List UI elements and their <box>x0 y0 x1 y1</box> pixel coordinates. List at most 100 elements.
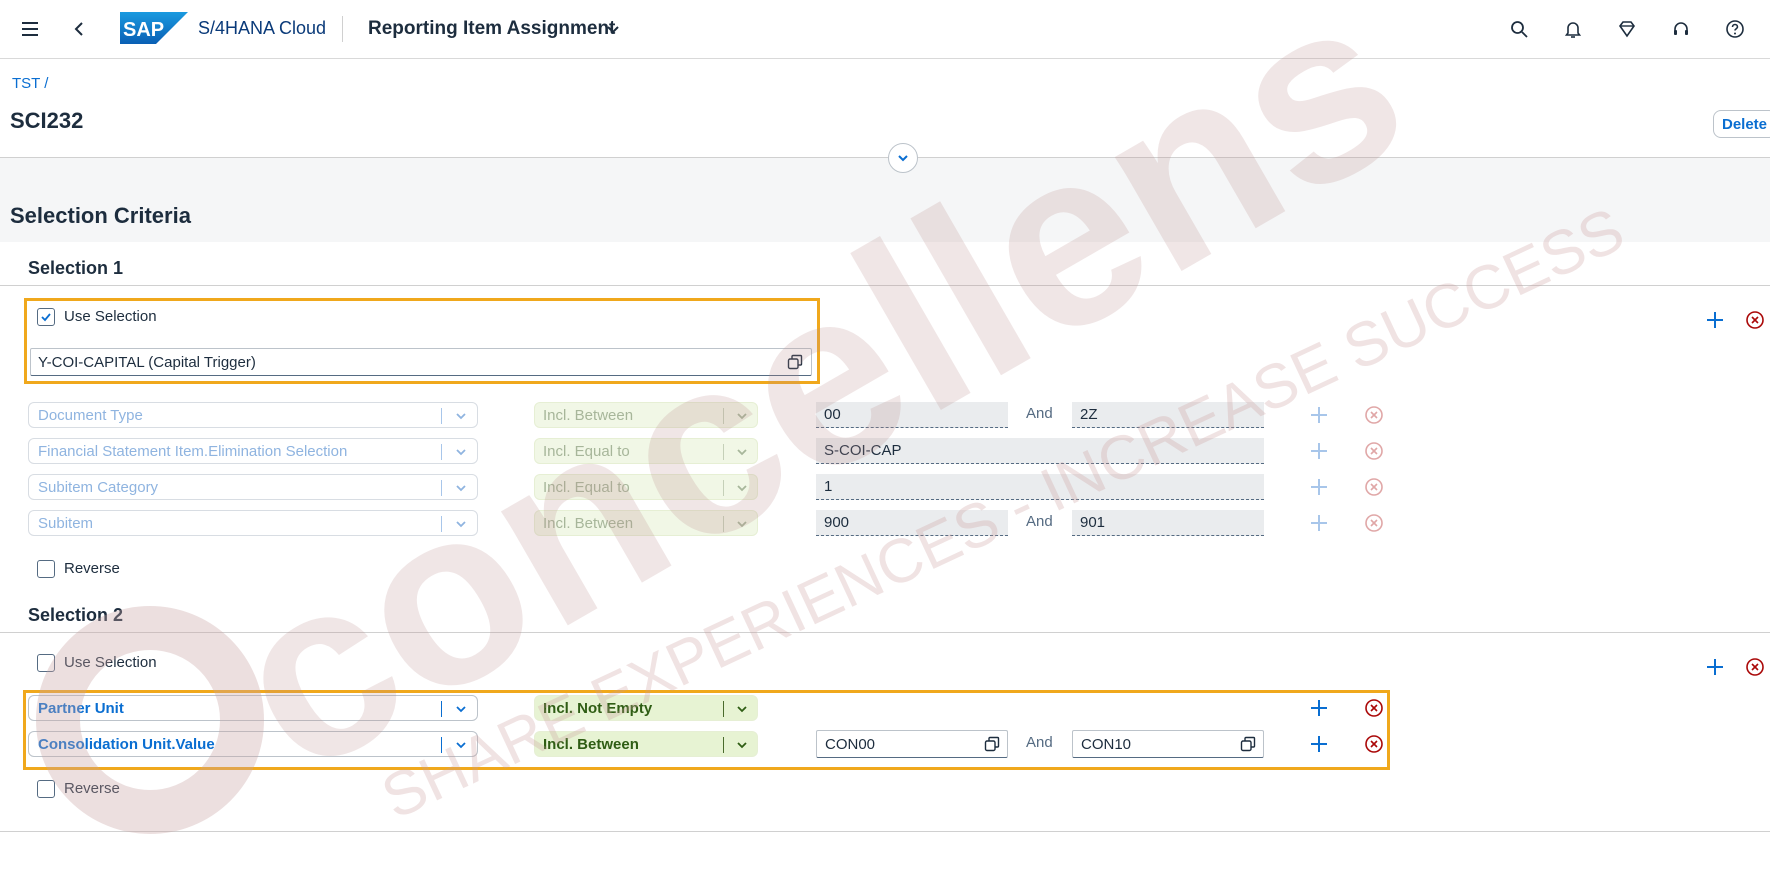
field-select[interactable]: Subitem Category <box>28 474 478 500</box>
add-icon[interactable] <box>1308 476 1330 498</box>
and-label: And <box>1026 405 1053 422</box>
use-selection-label: Use Selection <box>64 654 157 671</box>
operator-label: Incl. Equal to <box>543 442 630 460</box>
chevron-down-icon <box>898 155 908 162</box>
and-label: And <box>1026 513 1053 530</box>
checkmark-icon <box>41 313 51 322</box>
group-divider <box>0 632 1770 633</box>
high-value: CON10 <box>1081 735 1132 753</box>
field-label: Consolidation Unit.Value <box>38 735 215 753</box>
remove-icon[interactable] <box>1364 405 1384 425</box>
search-icon[interactable] <box>1503 13 1535 45</box>
operator-select[interactable]: Incl. Between <box>534 731 758 757</box>
chevron-down-icon <box>737 521 747 528</box>
chevron-down-icon <box>456 521 466 528</box>
high-value: 901 <box>1072 510 1264 536</box>
operator-select[interactable]: Incl. Not Empty <box>534 695 758 721</box>
reverse-checkbox[interactable] <box>37 780 55 798</box>
low-value: 1 <box>816 474 1264 500</box>
diamond-icon[interactable] <box>1611 13 1643 45</box>
chevron-down-icon <box>456 449 466 456</box>
chevron-down-icon <box>456 485 466 492</box>
chevron-down-icon <box>456 706 466 713</box>
add-icon[interactable] <box>1704 656 1726 678</box>
app-title[interactable]: Reporting Item Assignment <box>368 18 615 40</box>
field-label: Partner Unit <box>38 699 124 717</box>
help-icon[interactable] <box>1719 13 1751 45</box>
shell-bar: SAP S/4HANA Cloud Reporting Item Assignm… <box>0 0 1770 59</box>
menu-icon[interactable] <box>14 13 46 45</box>
trigger-input[interactable]: Y-COI-CAPITAL (Capital Trigger) <box>30 348 812 376</box>
use-selection-checkbox[interactable] <box>37 654 55 672</box>
add-icon[interactable] <box>1308 440 1330 462</box>
headset-icon[interactable] <box>1665 13 1697 45</box>
field-label: Document Type <box>38 406 143 424</box>
remove-icon[interactable] <box>1364 513 1384 533</box>
operator-label: Incl. Between <box>543 514 634 532</box>
chevron-down-icon <box>737 706 747 713</box>
section-title: Selection Criteria <box>10 203 191 228</box>
remove-icon[interactable] <box>1364 698 1384 718</box>
operator-select[interactable]: Incl. Between <box>534 510 758 536</box>
shell-separator <box>342 16 343 42</box>
low-value-input[interactable]: CON00 <box>816 730 1008 758</box>
reverse-label: Reverse <box>64 780 120 797</box>
selection-1-title: Selection 1 <box>28 258 124 278</box>
value-help-icon[interactable] <box>984 736 1000 752</box>
breadcrumb[interactable]: TST / <box>12 75 48 92</box>
remove-icon[interactable] <box>1364 441 1384 461</box>
svg-text:SAP: SAP <box>123 19 164 41</box>
field-label: Subitem Category <box>38 478 159 496</box>
and-label: And <box>1026 734 1053 751</box>
bell-icon[interactable] <box>1557 13 1589 45</box>
field-select[interactable]: Document Type <box>28 402 478 428</box>
remove-icon[interactable] <box>1364 477 1384 497</box>
high-value: 2Z <box>1072 402 1264 428</box>
field-select[interactable]: Consolidation Unit.Value <box>28 731 478 757</box>
chevron-down-icon <box>737 742 747 749</box>
operator-select[interactable]: Incl. Between <box>534 402 758 428</box>
add-icon[interactable] <box>1704 309 1726 331</box>
use-selection-label: Use Selection <box>64 308 157 325</box>
operator-label: Incl. Between <box>543 406 634 424</box>
field-label: Subitem <box>38 514 94 532</box>
chevron-down-icon <box>737 449 747 456</box>
low-value: 00 <box>816 402 1008 428</box>
add-icon[interactable] <box>1308 404 1330 426</box>
operator-select[interactable]: Incl. Equal to <box>534 474 758 500</box>
low-value: 900 <box>816 510 1008 536</box>
value-help-icon[interactable] <box>1240 736 1256 752</box>
high-value-input[interactable]: CON10 <box>1072 730 1264 758</box>
remove-icon[interactable] <box>1745 310 1765 330</box>
collapse-header-button[interactable] <box>888 143 918 173</box>
chevron-down-icon <box>737 413 747 420</box>
chevron-down-icon <box>737 485 747 492</box>
field-select[interactable]: Subitem <box>28 510 478 536</box>
remove-icon[interactable] <box>1745 657 1765 677</box>
operator-select[interactable]: Incl. Equal to <box>534 438 758 464</box>
operator-label: Incl. Between <box>543 735 639 753</box>
operator-label: Incl. Not Empty <box>543 699 653 717</box>
delete-button[interactable]: Delete <box>1713 110 1770 138</box>
use-selection-checkbox[interactable] <box>37 308 55 326</box>
page-title: SCI232 <box>10 108 84 133</box>
chevron-down-icon[interactable] <box>605 21 621 37</box>
remove-icon[interactable] <box>1364 734 1384 754</box>
value-help-icon[interactable] <box>787 354 803 370</box>
trigger-value: Y-COI-CAPITAL (Capital Trigger) <box>38 353 256 371</box>
chevron-down-icon <box>456 413 466 420</box>
add-icon[interactable] <box>1308 733 1330 755</box>
chevron-down-icon <box>456 742 466 749</box>
operator-label: Incl. Equal to <box>543 478 630 496</box>
add-icon[interactable] <box>1308 512 1330 534</box>
field-select[interactable]: Partner Unit <box>28 695 478 721</box>
product-name: S/4HANA Cloud <box>198 18 327 38</box>
field-label: Financial Statement Item.Elimination Sel… <box>38 442 348 460</box>
back-icon[interactable] <box>64 13 96 45</box>
group-divider <box>0 285 1770 286</box>
reverse-checkbox[interactable] <box>37 560 55 578</box>
low-value: S-COI-CAP <box>816 438 1264 464</box>
field-select[interactable]: Financial Statement Item.Elimination Sel… <box>28 438 478 464</box>
add-icon[interactable] <box>1308 697 1330 719</box>
sap-logo[interactable]: SAP <box>120 12 188 44</box>
